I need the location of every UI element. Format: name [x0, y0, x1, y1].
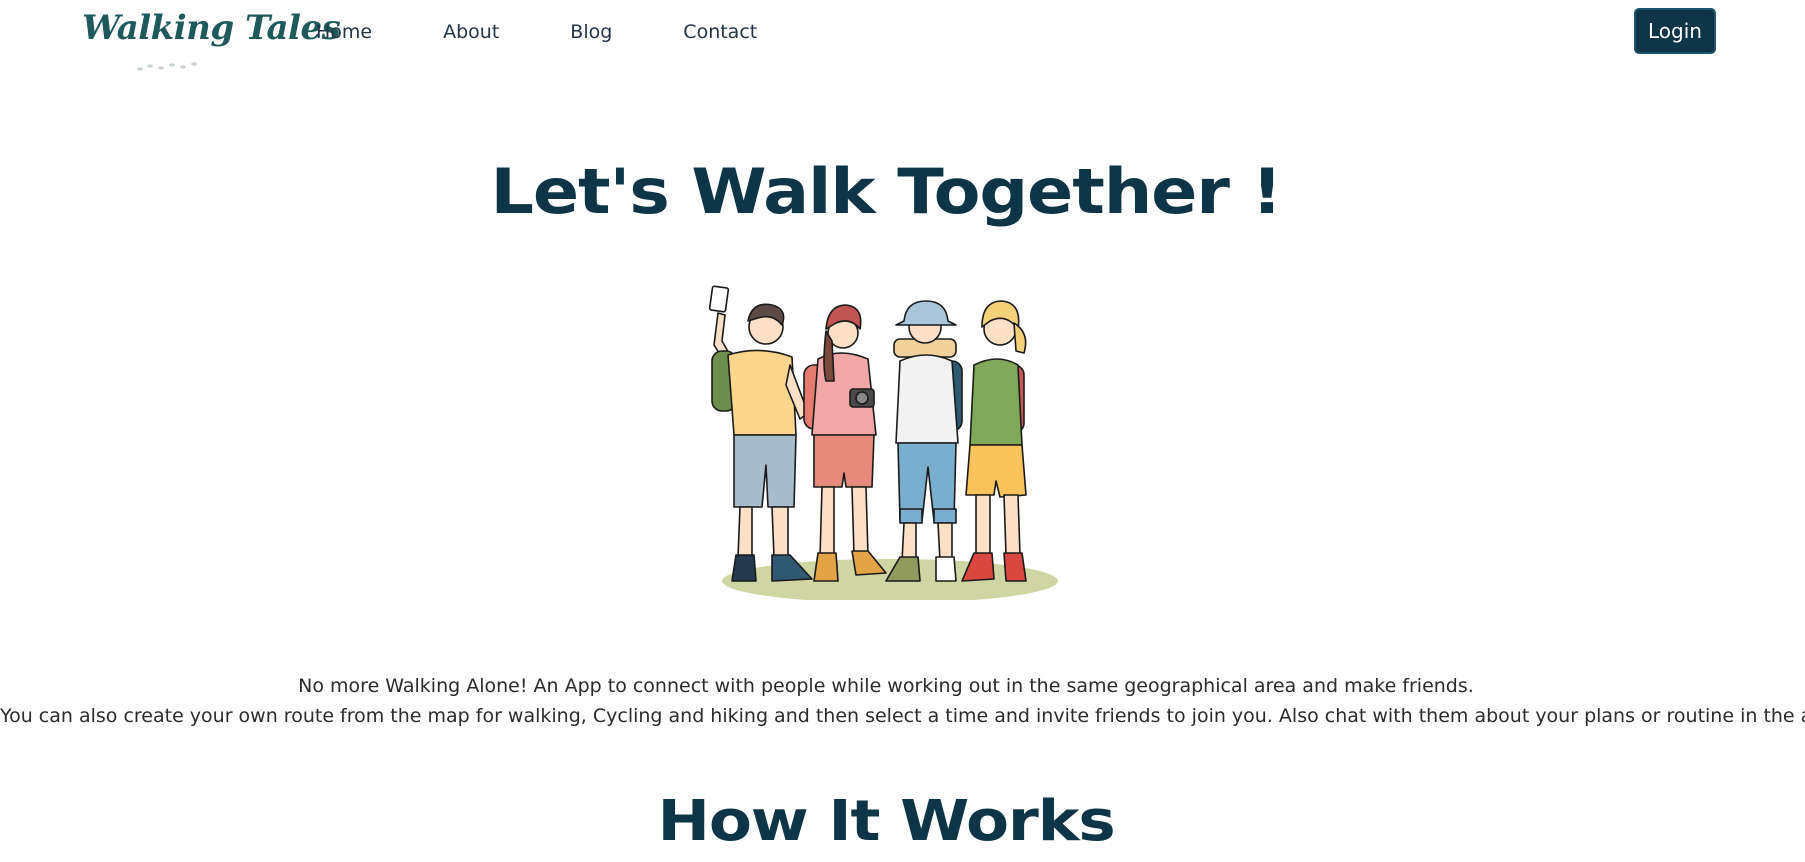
logo[interactable]: Walking Tales	[82, 6, 341, 72]
hikers-illustration	[708, 285, 1058, 600]
footprints-icon	[137, 62, 197, 71]
hero-description-line-1: No more Walking Alone! An App to connect…	[298, 675, 1474, 697]
nav-link-about[interactable]: About	[443, 20, 499, 44]
nav-link-home[interactable]: Home	[316, 20, 372, 44]
hero-title: Let's Walk Together !	[490, 155, 1282, 228]
hero-description-line-2: You can also create your own route from …	[0, 705, 1805, 727]
logo-text: Walking Tales	[82, 8, 341, 48]
main-nav: Home About Blog Contact	[316, 20, 828, 44]
how-it-works-title: How It Works	[657, 789, 1115, 854]
nav-link-blog[interactable]: Blog	[570, 20, 612, 44]
nav-link-contact[interactable]: Contact	[683, 20, 757, 44]
navbar: Walking Tales Home About Blog Contact Lo…	[0, 0, 1805, 75]
login-button[interactable]: Login	[1634, 8, 1716, 54]
